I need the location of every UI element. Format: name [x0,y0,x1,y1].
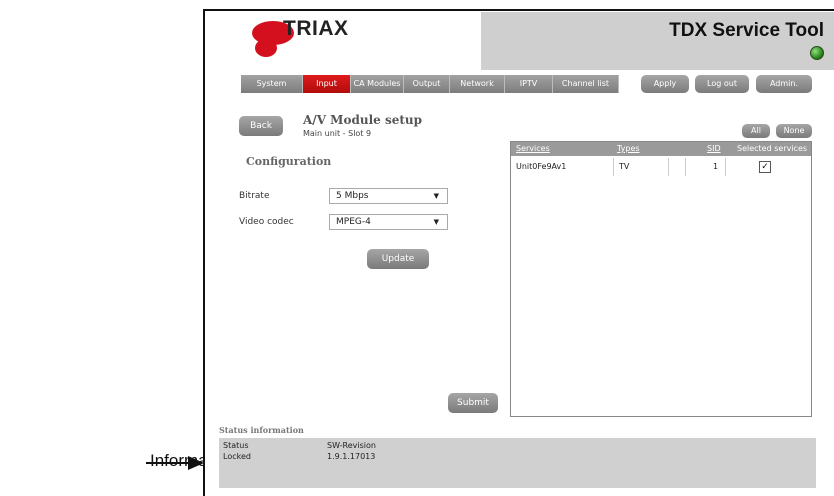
app-title: TDX Service Tool [669,20,824,41]
status-value: Locked [223,452,251,461]
page-title: A/V Module setup [303,113,423,127]
column-divider [685,158,686,176]
column-selected-services: Selected services [737,144,808,153]
header-banner: TDX Service Tool [481,12,834,70]
column-types[interactable]: Types [617,144,640,153]
status-led-icon [810,46,824,60]
submit-button[interactable]: Submit [448,393,498,413]
sw-revision-value: 1.9.1.17013 [327,452,376,461]
column-divider [725,158,726,176]
triax-logo-drop-icon [255,39,277,57]
brand-logo: TRIAX [283,17,349,40]
chevron-down-icon: ▼ [433,192,439,200]
admin-button[interactable]: Admin. [756,75,812,93]
sw-revision-label: SW-Revision [327,441,376,450]
bitrate-label: Bitrate [239,191,270,201]
column-divider [613,158,614,176]
video-codec-value: MPEG-4 [336,217,371,227]
chevron-down-icon: ▼ [433,218,439,226]
bitrate-value: 5 Mbps [336,191,369,201]
status-info-heading: Status information [219,425,304,435]
service-type: TV [619,162,630,171]
tab-output[interactable]: Output [404,75,450,93]
service-name: Unit0Fe9Av1 [516,162,567,171]
tab-network[interactable]: Network [450,75,505,93]
tab-system[interactable]: System [241,75,303,93]
column-divider [668,158,669,176]
back-button[interactable]: Back [239,116,283,136]
column-sid[interactable]: SID [707,144,721,153]
update-button[interactable]: Update [367,249,429,269]
tab-ca-modules[interactable]: CA Modules [351,75,404,93]
video-codec-select[interactable]: MPEG-4 ▼ [329,214,448,230]
service-sid: 1 [713,162,719,171]
main-nav: System Input CA Modules Output Network I… [241,75,619,93]
select-none-button[interactable]: None [776,124,812,138]
select-all-button[interactable]: All [742,124,770,138]
bitrate-select[interactable]: 5 Mbps ▼ [329,188,448,204]
configuration-heading: Configuration [246,155,332,168]
status-info-panel: Status Locked SW-Revision 1.9.1.17013 [219,438,816,488]
video-codec-label: Video codec [239,217,294,227]
tab-input[interactable]: Input [303,75,351,93]
apply-button[interactable]: Apply [641,75,689,93]
tab-iptv[interactable]: IPTV [505,75,553,93]
annotation-arrow-icon [188,456,204,470]
selected-checkbox[interactable]: ✓ [759,161,771,173]
tab-channel-list[interactable]: Channel list [553,75,619,93]
status-label: Status [223,441,249,450]
services-table-header: Services Types SID Selected services [511,142,811,156]
services-table: Services Types SID Selected services Uni… [510,141,812,417]
logout-button[interactable]: Log out [695,75,749,93]
app-window: TRIAX TDX Service Tool System Input CA M… [203,9,834,496]
page-subtitle: Main unit - Slot 9 [303,129,372,138]
column-services[interactable]: Services [516,144,550,153]
